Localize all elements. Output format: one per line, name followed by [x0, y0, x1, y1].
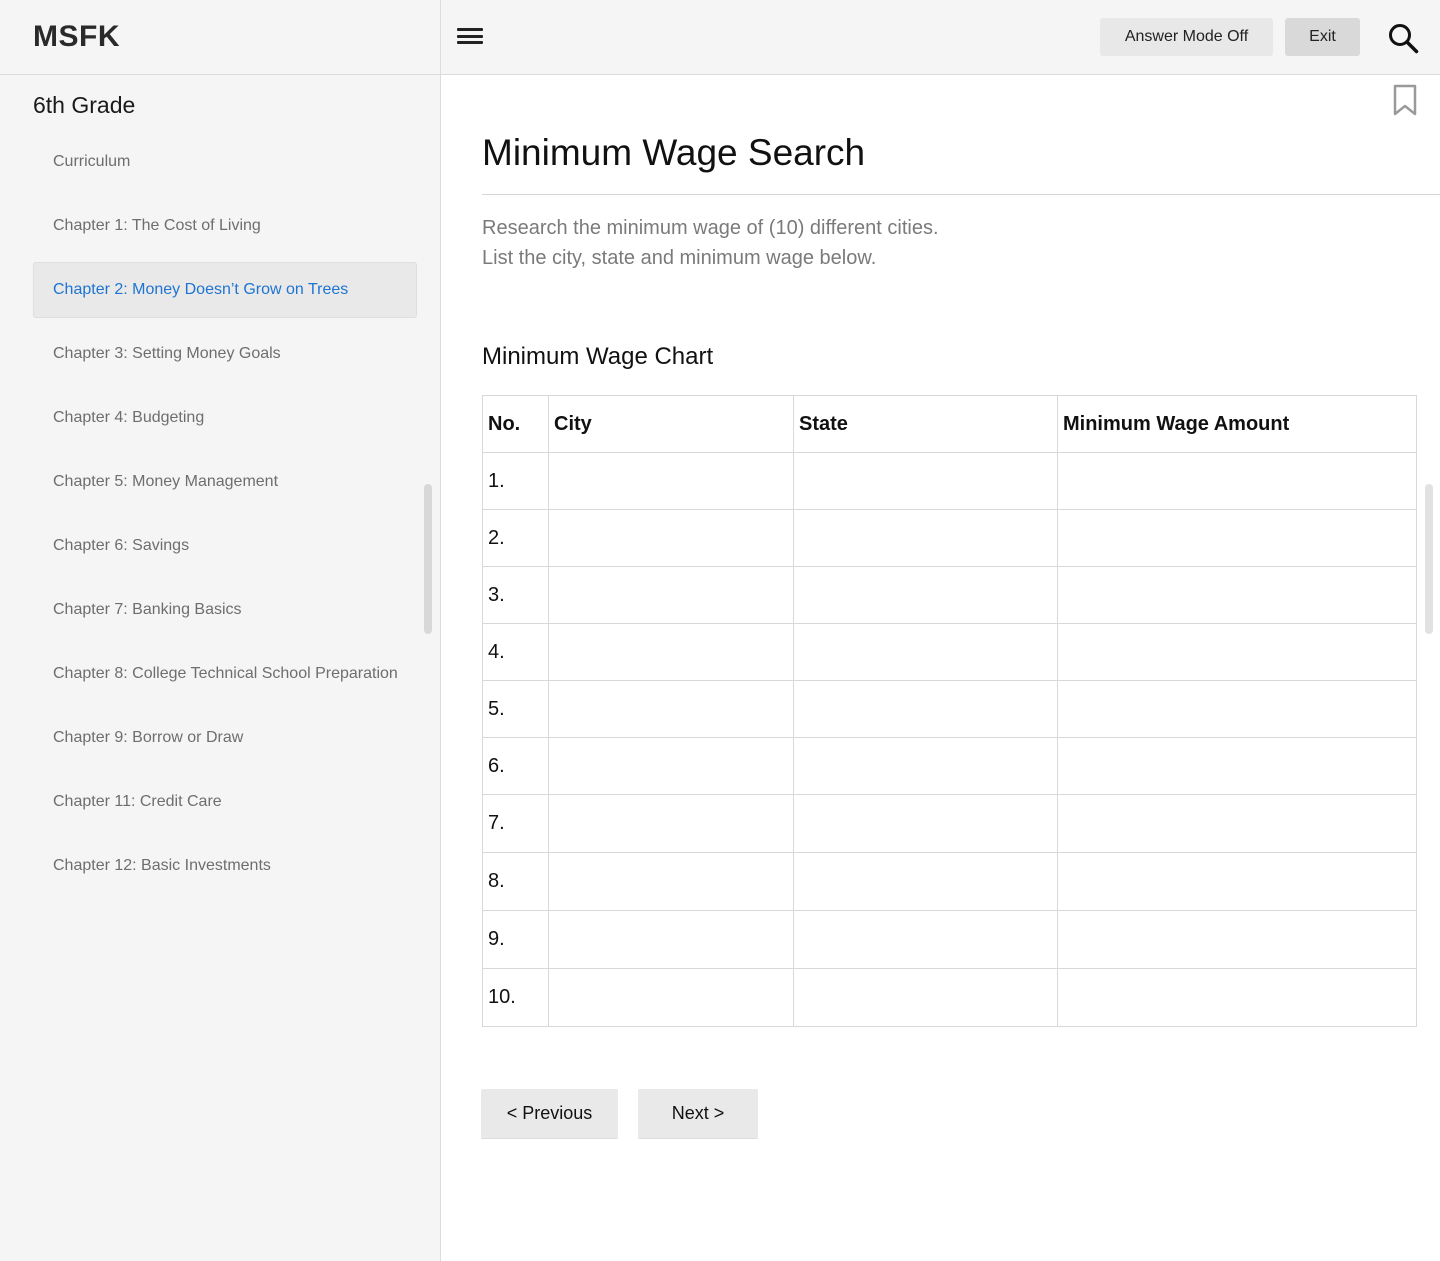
table-row: 1.	[482, 452, 1417, 510]
column-header-no: No.	[482, 395, 549, 453]
answer-mode-button[interactable]: Answer Mode Off	[1100, 18, 1273, 56]
top-bar: Answer Mode Off Exit	[441, 0, 1440, 75]
instructions-line-1: Research the minimum wage of (10) differ…	[482, 217, 939, 239]
table-row: 3.	[482, 566, 1417, 624]
sidebar-item-chapter-4[interactable]: Chapter 4: Budgeting	[33, 390, 417, 446]
sidebar-item-chapter-12[interactable]: Chapter 12: Basic Investments	[33, 838, 417, 894]
page-title: Minimum Wage Search	[482, 132, 866, 173]
city-cell[interactable]	[548, 910, 794, 969]
section-title: Minimum Wage Chart	[482, 343, 714, 370]
brand-bar: MSFK	[0, 0, 440, 75]
city-cell[interactable]	[548, 509, 794, 567]
next-button[interactable]: Next >	[638, 1089, 758, 1139]
grade-heading: 6th Grade	[33, 92, 136, 118]
wage-cell[interactable]	[1057, 852, 1417, 911]
city-cell[interactable]	[548, 680, 794, 738]
table-row: 5.	[482, 680, 1417, 738]
sidebar-item-curriculum[interactable]: Curriculum	[33, 134, 417, 190]
city-cell[interactable]	[548, 737, 794, 795]
table-row: 7.	[482, 794, 1417, 853]
table-row: 6.	[482, 737, 1417, 795]
table-header-row: No. City State Minimum Wage Amount	[482, 395, 1417, 453]
sidebar-item-chapter-11[interactable]: Chapter 11: Credit Care	[33, 774, 417, 830]
sidebar-item-chapter-8[interactable]: Chapter 8: College Technical School Prep…	[33, 646, 417, 702]
sidebar-item-chapter-7[interactable]: Chapter 7: Banking Basics	[33, 582, 417, 638]
wage-cell[interactable]	[1057, 794, 1417, 853]
sidebar-item-chapter-6[interactable]: Chapter 6: Savings	[33, 518, 417, 574]
column-header-city: City	[548, 395, 794, 453]
sidebar: MSFK 6th Grade Curriculum Chapter 1: The…	[0, 0, 441, 1261]
instructions: Research the minimum wage of (10) differ…	[482, 213, 939, 273]
column-header-wage: Minimum Wage Amount	[1057, 395, 1417, 453]
row-number: 5.	[482, 680, 549, 738]
row-number: 10.	[482, 968, 549, 1027]
city-cell[interactable]	[548, 852, 794, 911]
row-number: 9.	[482, 910, 549, 969]
row-number: 1.	[482, 452, 549, 510]
state-cell[interactable]	[793, 452, 1058, 510]
state-cell[interactable]	[793, 509, 1058, 567]
table-row: 4.	[482, 623, 1417, 681]
table-row: 9.	[482, 910, 1417, 969]
sidebar-scrollbar[interactable]	[424, 484, 432, 634]
wage-cell[interactable]	[1057, 737, 1417, 795]
sidebar-item-chapter-1[interactable]: Chapter 1: The Cost of Living	[33, 198, 417, 254]
bookmark-icon[interactable]	[1392, 84, 1418, 116]
exit-button[interactable]: Exit	[1285, 18, 1360, 56]
state-cell[interactable]	[793, 623, 1058, 681]
city-cell[interactable]	[548, 794, 794, 853]
previous-button[interactable]: < Previous	[481, 1089, 618, 1139]
chapter-nav: Curriculum Chapter 1: The Cost of Living…	[33, 134, 417, 902]
row-number: 2.	[482, 509, 549, 567]
row-number: 6.	[482, 737, 549, 795]
search-icon[interactable]	[1387, 22, 1419, 54]
wage-cell[interactable]	[1057, 623, 1417, 681]
row-number: 7.	[482, 794, 549, 853]
state-cell[interactable]	[793, 852, 1058, 911]
table-row: 10.	[482, 968, 1417, 1027]
brand-logo[interactable]: MSFK	[33, 20, 120, 54]
table-row: 2.	[482, 509, 1417, 567]
wage-cell[interactable]	[1057, 968, 1417, 1027]
wage-cell[interactable]	[1057, 566, 1417, 624]
instructions-line-2: List the city, state and minimum wage be…	[482, 247, 877, 269]
title-divider	[482, 194, 1440, 195]
row-number: 8.	[482, 852, 549, 911]
row-number: 4.	[482, 623, 549, 681]
sidebar-item-chapter-9[interactable]: Chapter 9: Borrow or Draw	[33, 710, 417, 766]
state-cell[interactable]	[793, 680, 1058, 738]
main-scrollbar[interactable]	[1425, 484, 1433, 634]
sidebar-item-chapter-5[interactable]: Chapter 5: Money Management	[33, 454, 417, 510]
state-cell[interactable]	[793, 968, 1058, 1027]
column-header-state: State	[793, 395, 1058, 453]
wage-cell[interactable]	[1057, 910, 1417, 969]
sidebar-item-chapter-3[interactable]: Chapter 3: Setting Money Goals	[33, 326, 417, 382]
table-row: 8.	[482, 852, 1417, 911]
state-cell[interactable]	[793, 737, 1058, 795]
state-cell[interactable]	[793, 910, 1058, 969]
minimum-wage-table: No. City State Minimum Wage Amount 1. 2.…	[482, 395, 1417, 1027]
wage-cell[interactable]	[1057, 509, 1417, 567]
sidebar-item-chapter-2[interactable]: Chapter 2: Money Doesn’t Grow on Trees	[33, 262, 417, 318]
city-cell[interactable]	[548, 968, 794, 1027]
wage-cell[interactable]	[1057, 680, 1417, 738]
city-cell[interactable]	[548, 566, 794, 624]
city-cell[interactable]	[548, 452, 794, 510]
state-cell[interactable]	[793, 794, 1058, 853]
city-cell[interactable]	[548, 623, 794, 681]
wage-cell[interactable]	[1057, 452, 1417, 510]
row-number: 3.	[482, 566, 549, 624]
state-cell[interactable]	[793, 566, 1058, 624]
menu-icon[interactable]	[457, 25, 483, 47]
